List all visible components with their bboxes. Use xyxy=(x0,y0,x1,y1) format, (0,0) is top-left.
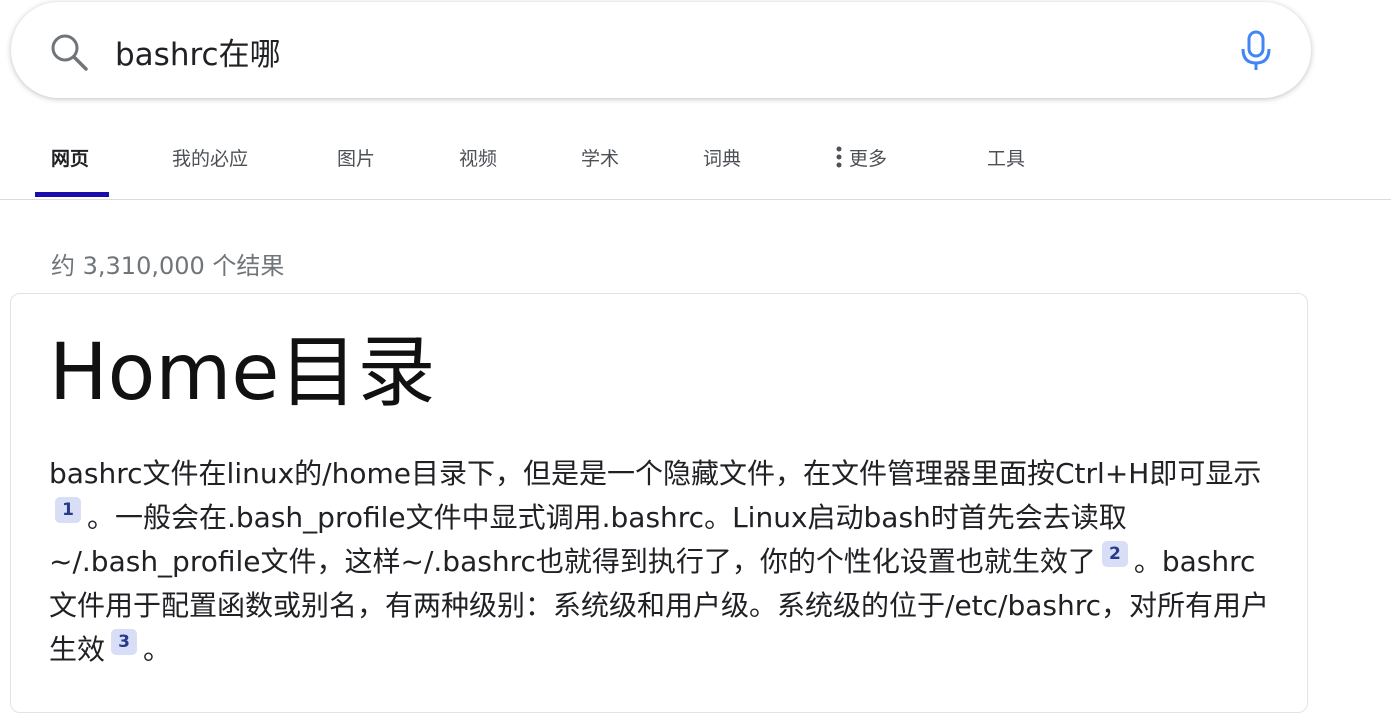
tab-web[interactable]: 网页 xyxy=(51,144,89,171)
citation-2[interactable]: 2 xyxy=(1101,541,1128,567)
citation-1[interactable]: 1 xyxy=(55,497,81,523)
search-icon[interactable] xyxy=(49,32,89,72)
result-count: 约 3,310,000 个结果 xyxy=(51,252,285,280)
search-input[interactable] xyxy=(115,28,1195,74)
tab-tools[interactable]: 工具 xyxy=(987,144,1025,171)
active-tab-underline xyxy=(35,192,109,197)
more-vertical-icon xyxy=(835,145,843,174)
tab-dictionary[interactable]: 词典 xyxy=(703,144,741,171)
answer-card: Home目录 bashrc文件在linux的/home目录下，但是是一个隐藏文件… xyxy=(10,293,1308,713)
tab-more[interactable]: 更多 xyxy=(835,144,887,174)
answer-text-4: 。 xyxy=(143,633,172,666)
search-tabs: 网页 我的必应 图片 视频 学术 词典 更多 工具 xyxy=(0,100,1391,200)
answer-text-1: bashrc文件在linux的/home目录下，但是是一个隐藏文件，在文件管理器… xyxy=(49,457,1262,490)
answer-text-2: 。一般会在.bash_profile文件中显式调用.bashrc。Linux启动… xyxy=(49,501,1127,578)
tab-videos[interactable]: 视频 xyxy=(459,144,497,171)
search-box[interactable] xyxy=(11,2,1311,98)
tab-more-label: 更多 xyxy=(849,148,888,170)
tab-images[interactable]: 图片 xyxy=(337,144,375,171)
citation-3[interactable]: 3 xyxy=(111,629,138,655)
answer-body: bashrc文件在linux的/home目录下，但是是一个隐藏文件，在文件管理器… xyxy=(49,452,1274,672)
tab-my-bing[interactable]: 我的必应 xyxy=(172,144,248,171)
tab-academic[interactable]: 学术 xyxy=(581,144,619,171)
answer-title: Home目录 xyxy=(49,328,436,418)
microphone-icon[interactable] xyxy=(1239,30,1273,72)
